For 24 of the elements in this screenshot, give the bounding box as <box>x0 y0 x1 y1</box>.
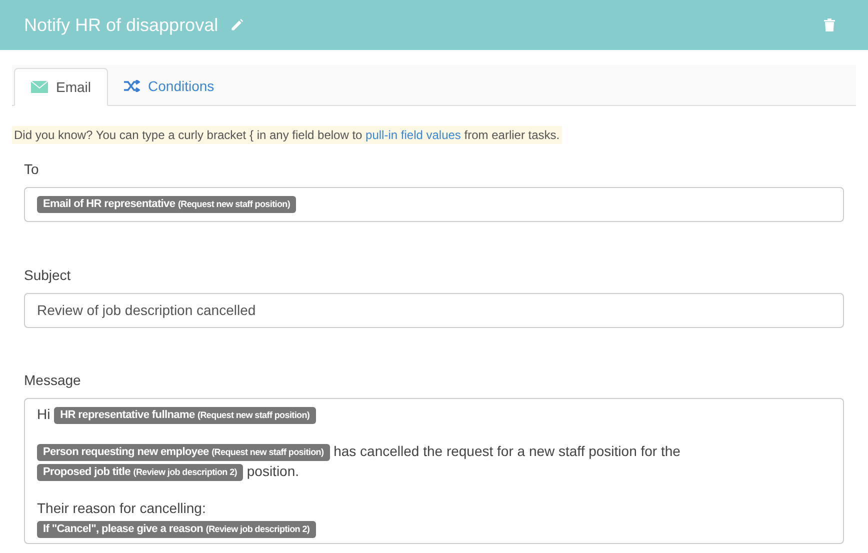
field-token[interactable]: If "Cancel", please give a reason (Review job description 2) <box>37 520 316 538</box>
link[interactable]: pull-in field values <box>366 128 461 142</box>
pencil-icon[interactable] <box>230 18 244 32</box>
message-text: position. <box>246 463 300 479</box>
tip-text: Did you know? You can type a curly bracket { in any field below to pull-in field values from earlier tasks. <box>12 126 562 144</box>
field-token[interactable]: Email of HR representative (Request new staff position) <box>37 196 296 213</box>
message-field[interactable] <box>24 398 844 544</box>
input-field[interactable]: Review of job description cancelled <box>24 293 844 328</box>
field-label: Message <box>24 371 82 390</box>
task-title: Notify HR of disapproval <box>24 14 218 37</box>
input-field[interactable]: Email of HR representative (Request new staff position) <box>24 187 844 222</box>
message-text: has cancelled the request for a new staff position for the <box>334 443 680 459</box>
tab[interactable]: Conditions <box>108 67 230 105</box>
field-label: To <box>24 160 40 179</box>
field-token[interactable]: Person requesting new employee (Request new staff position) <box>37 444 330 461</box>
tab[interactable]: Email <box>14 68 108 106</box>
trash-icon[interactable] <box>823 18 836 32</box>
field-token[interactable]: Proposed job title (Review job description 2) <box>37 464 243 481</box>
shuffle-icon <box>124 80 140 92</box>
field-token[interactable]: HR representative fullname (Request new staff position) <box>54 406 316 424</box>
message-text: Hi <box>37 406 50 422</box>
message-text: Their reason for cancelling: <box>37 500 206 516</box>
envelope-icon <box>31 81 48 93</box>
field-label: Subject <box>24 266 72 285</box>
